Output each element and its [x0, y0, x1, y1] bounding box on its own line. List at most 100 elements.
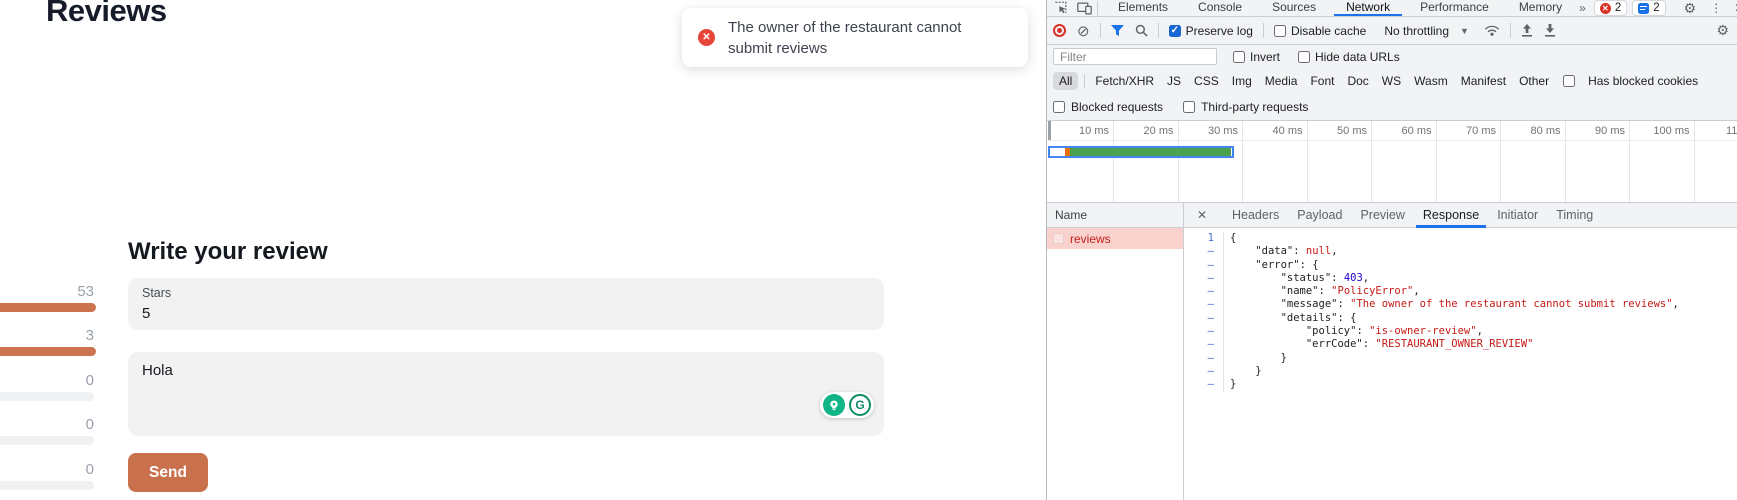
devtools-tab-memory[interactable]: Memory [1504, 0, 1577, 16]
filter-chip-fetchxhr[interactable]: Fetch/XHR [1095, 74, 1154, 88]
rating-breakdown: 533000 [0, 284, 96, 500]
detail-tab-preview[interactable]: Preview [1351, 203, 1413, 228]
fold-marker-icon[interactable]: – [1184, 338, 1224, 351]
waterfall-download-segment [1070, 148, 1231, 156]
network-overview[interactable]: 10 ms20 ms30 ms40 ms50 ms60 ms70 ms80 ms… [1047, 121, 1737, 202]
disable-cache-checkbox[interactable] [1274, 25, 1286, 37]
filter-input[interactable] [1053, 48, 1217, 65]
stars-select[interactable]: Stars 5 [128, 278, 884, 330]
line-number: 1 [1184, 232, 1224, 245]
clear-network-log-icon[interactable]: ⊘ [1077, 22, 1090, 40]
filter-chip-doc[interactable]: Doc [1347, 74, 1368, 88]
kebab-menu-icon[interactable]: ⋮ [1710, 1, 1722, 15]
grammarly-suggestion-icon[interactable] [823, 394, 845, 416]
timeline-tick-label: 80 ms [1531, 125, 1561, 137]
comment-textarea[interactable]: Hola G [128, 352, 884, 436]
response-viewer[interactable]: 1{– "data": null,– "error": {– "status":… [1184, 228, 1737, 500]
record-network-log-button[interactable] [1053, 24, 1066, 37]
fold-marker-icon[interactable]: – [1184, 378, 1224, 391]
fold-marker-icon[interactable]: – [1184, 285, 1224, 298]
network-settings-gear-icon[interactable]: ⚙ [1716, 22, 1729, 39]
devtools-tab-network[interactable]: Network [1331, 0, 1405, 16]
filter-chip-js[interactable]: JS [1167, 74, 1181, 88]
timeline-gridline [1436, 121, 1437, 202]
device-toolbar-icon[interactable] [1077, 2, 1092, 15]
filter-chip-other[interactable]: Other [1519, 74, 1549, 88]
response-code: "errCode": "RESTAURANT_OWNER_REVIEW" [1224, 338, 1533, 351]
blocked-requests-checkbox[interactable] [1053, 101, 1065, 113]
chevron-down-icon[interactable]: ▼ [1460, 26, 1469, 36]
timeline-gridline [1307, 121, 1308, 202]
issues-count-badge[interactable]: 2 [1632, 0, 1665, 16]
hide-data-urls-checkbox[interactable] [1298, 51, 1310, 63]
invert-checkbox[interactable] [1233, 51, 1245, 63]
filter-chip-css[interactable]: CSS [1194, 74, 1219, 88]
rating-bar [0, 347, 96, 356]
response-line: – "errCode": "RESTAURANT_OWNER_REVIEW" [1184, 338, 1737, 351]
lightbulb-icon [827, 398, 841, 412]
rating-row: 0 [0, 373, 96, 417]
grammarly-widget[interactable]: G [820, 392, 874, 418]
inspect-element-icon[interactable] [1054, 1, 1068, 15]
send-button[interactable]: Send [128, 453, 208, 492]
detail-tab-payload[interactable]: Payload [1288, 203, 1351, 228]
filter-chip-img[interactable]: Img [1232, 74, 1252, 88]
detail-tab-initiator[interactable]: Initiator [1488, 203, 1547, 228]
response-line: – } [1184, 365, 1737, 378]
issues-count: 2 [1653, 2, 1659, 14]
filter-chip-ws[interactable]: WS [1382, 74, 1401, 88]
throttling-dropdown[interactable]: No throttling [1384, 24, 1449, 38]
timeline-tick-label: 50 ms [1337, 125, 1367, 137]
response-code: "details": { [1224, 312, 1356, 325]
filter-funnel-icon[interactable] [1111, 25, 1124, 37]
detail-tabbar: ✕ HeadersPayloadPreviewResponseInitiator… [1184, 203, 1737, 228]
response-code: "policy": "is-owner-review", [1224, 325, 1483, 338]
grammarly-logo-icon[interactable]: G [849, 394, 871, 416]
timeline-gridline [1500, 121, 1501, 202]
export-har-icon[interactable] [1544, 24, 1556, 37]
fold-marker-icon[interactable]: – [1184, 259, 1224, 272]
has-blocked-cookies-checkbox[interactable] [1563, 75, 1575, 87]
filter-chip-font[interactable]: Font [1310, 74, 1334, 88]
devtools-tab-elements[interactable]: Elements [1103, 0, 1183, 16]
request-row-reviews[interactable]: reviews [1047, 228, 1183, 249]
devtools-tab-console[interactable]: Console [1183, 0, 1257, 16]
timeline-gridline [1629, 121, 1630, 202]
fold-marker-icon[interactable]: – [1184, 365, 1224, 378]
detail-tab-timing[interactable]: Timing [1547, 203, 1602, 228]
search-icon[interactable] [1135, 24, 1148, 37]
filter-chip-manifest[interactable]: Manifest [1461, 74, 1506, 88]
detail-tab-response[interactable]: Response [1414, 203, 1488, 228]
import-har-icon[interactable] [1521, 24, 1533, 37]
fold-marker-icon[interactable]: – [1184, 272, 1224, 285]
preserve-log-checkbox[interactable] [1169, 25, 1181, 37]
fold-marker-icon[interactable]: – [1184, 312, 1224, 325]
devtools-tab-sources[interactable]: Sources [1257, 0, 1331, 16]
settings-gear-icon[interactable]: ⚙ [1684, 0, 1697, 17]
filter-chip-media[interactable]: Media [1265, 74, 1298, 88]
rating-count: 0 [0, 417, 96, 433]
devtools-tab-performance[interactable]: Performance [1405, 0, 1504, 16]
fold-marker-icon[interactable]: – [1184, 245, 1224, 258]
requests-list: reviews [1047, 228, 1183, 249]
filter-chip-wasm[interactable]: Wasm [1414, 74, 1448, 88]
rating-bar [0, 303, 96, 312]
close-detail-icon[interactable]: ✕ [1197, 208, 1211, 222]
detail-tab-headers[interactable]: Headers [1223, 203, 1288, 228]
third-party-checkbox[interactable] [1183, 101, 1195, 113]
overview-selection-bar[interactable] [1048, 146, 1234, 158]
error-badge-icon: ✕ [1600, 3, 1611, 14]
rating-row: 0 [0, 462, 96, 500]
more-tabs-chevron[interactable]: » [1579, 1, 1586, 15]
error-count-badge[interactable]: ✕ 2 [1594, 0, 1627, 16]
network-toolbar: ⊘ Preserve log Disable cache No throttli… [1047, 17, 1737, 45]
network-conditions-icon[interactable] [1484, 24, 1500, 37]
fold-marker-icon[interactable]: – [1184, 352, 1224, 365]
fold-marker-icon[interactable]: – [1184, 325, 1224, 338]
response-line: – "error": { [1184, 259, 1737, 272]
rating-bar [0, 436, 94, 445]
fold-marker-icon[interactable]: – [1184, 298, 1224, 311]
detail-tabs: HeadersPayloadPreviewResponseInitiatorTi… [1223, 203, 1602, 227]
name-column-header[interactable]: Name [1047, 203, 1183, 228]
filter-chip-all[interactable]: All [1053, 72, 1078, 90]
